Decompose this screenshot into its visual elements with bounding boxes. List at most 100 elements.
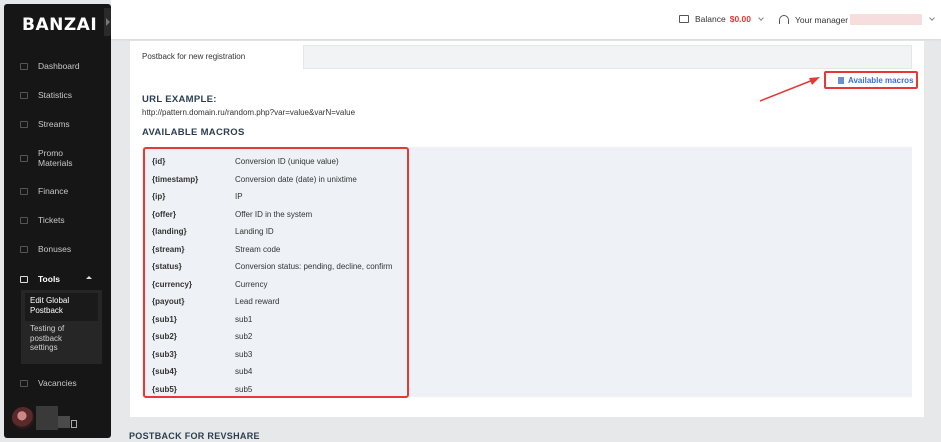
balance-dropdown[interactable]: Balance $0.00 — [679, 14, 764, 24]
sidebar-item-dashboard[interactable]: Dashboard — [20, 61, 80, 71]
available-macros-label: Available macros — [848, 75, 914, 85]
submenu-item-testing-postback[interactable]: Testing of postback settings — [30, 324, 64, 353]
streams-icon — [20, 120, 28, 128]
list-item: {sub2} sub2 — [152, 332, 252, 341]
tools-icon — [20, 275, 28, 283]
manager-label: Your manager — [795, 14, 849, 25]
list-item: {landing} Landing ID — [152, 227, 274, 236]
sidebar-item-promo-materials[interactable]: Promo Materials — [20, 148, 72, 168]
tab-new-registration[interactable]: Postback for new registration — [130, 45, 303, 69]
chevron-up-icon[interactable] — [86, 276, 92, 279]
revshare-section-title: POSTBACK FOR REVSHARE — [129, 431, 260, 441]
list-item: {id} Conversion ID (unique value) — [152, 157, 339, 166]
list-item: {timestamp} Conversion date (date) in uni… — [152, 175, 357, 184]
macro-key: {sub2} — [152, 332, 177, 341]
chevron-down-icon — [758, 14, 764, 21]
sidebar-item-tickets[interactable]: Tickets — [20, 215, 65, 225]
wallet-icon — [679, 15, 689, 23]
list-item: {sub4} sub4 — [152, 367, 252, 376]
promo-icon — [20, 154, 28, 162]
manager-dropdown[interactable]: Your manager — [779, 14, 935, 25]
url-example-title: URL EXAMPLE: — [142, 94, 217, 105]
macro-key: {offer} — [152, 209, 177, 219]
sidebar-item-vacancies[interactable]: Vacancies — [20, 378, 77, 388]
macro-key: {status} — [152, 262, 182, 271]
macro-key: {ip} — [152, 192, 166, 201]
headset-icon — [779, 15, 789, 24]
sidebar-item-streams[interactable]: Streams — [20, 119, 70, 129]
document-icon[interactable] — [71, 420, 77, 428]
list-item: {ip} IP — [152, 192, 243, 201]
macro-desc: Landing ID — [235, 227, 274, 236]
macro-desc: sub2 — [235, 332, 253, 341]
avatar[interactable] — [12, 407, 34, 429]
list-item: {stream} Stream code — [152, 245, 280, 254]
sidebar-item-label: Promo Materials — [38, 148, 73, 168]
macro-key: {sub5} — [152, 384, 177, 394]
sidebar-item-finance[interactable]: Finance — [20, 186, 68, 196]
dashboard-icon — [20, 62, 28, 70]
macro-desc: Stream code — [235, 244, 281, 254]
available-macros-link[interactable]: Available macros — [824, 71, 918, 89]
postback-panel: Postback for new registration Available … — [130, 41, 924, 417]
username-blurred — [58, 416, 70, 428]
sidebar-item-label: Vacancies — [38, 378, 77, 388]
macro-key: {currency} — [152, 279, 193, 289]
balance-value: $0.00 — [729, 14, 751, 24]
macro-key: {sub1} — [152, 314, 177, 324]
macro-desc: Conversion status: pending, decline, con… — [235, 262, 393, 271]
macro-desc: Conversion date (date) in unixtime — [235, 174, 357, 184]
vacancies-icon — [20, 379, 28, 387]
macro-key: {landing} — [152, 227, 187, 236]
list-item: {sub3} sub3 — [152, 350, 252, 359]
macro-key: {timestamp} — [152, 174, 199, 184]
chart-icon — [20, 91, 28, 99]
top-bar: Balance $0.00 Your manager — [111, 0, 941, 39]
list-item: {sub1} sub1 — [152, 315, 252, 324]
available-macros-title: AVAILABLE MACROS — [142, 127, 245, 138]
tickets-icon — [20, 216, 28, 224]
list-item: {offer} Offer ID in the system — [152, 210, 312, 219]
macro-key: {payout} — [152, 297, 185, 306]
macro-desc: Offer ID in the system — [235, 209, 313, 219]
macro-key: {stream} — [152, 244, 185, 254]
sidebar: BANZAI Dashboard Statistics Streams Prom… — [4, 4, 111, 438]
bonuses-icon — [20, 245, 28, 253]
manager-name-blurred — [850, 14, 923, 25]
list-item: {sub5} sub5 — [152, 385, 252, 394]
list-item: {payout} Lead reward — [152, 297, 279, 306]
balance-label: Balance — [695, 14, 726, 24]
username-blurred — [36, 406, 58, 430]
macros-list — [143, 147, 409, 398]
macro-desc: IP — [235, 192, 243, 201]
logo[interactable]: BANZAI — [22, 15, 97, 35]
list-item: {status} Conversion status: pending, decl… — [152, 262, 392, 271]
sidebar-item-label: Streams — [38, 119, 70, 129]
sidebar-item-label: Finance — [38, 186, 69, 196]
finance-icon — [20, 187, 28, 195]
macro-key: {sub4} — [152, 367, 177, 376]
tools-submenu: Edit Global Postback Testing of postback… — [21, 290, 102, 364]
info-icon — [838, 76, 844, 84]
macro-desc: Currency — [235, 279, 268, 289]
sidebar-item-label: Tickets — [38, 215, 65, 225]
sidebar-item-statistics[interactable]: Statistics — [20, 90, 72, 100]
chevron-down-icon — [929, 15, 935, 21]
sidebar-item-bonuses[interactable]: Bonuses — [20, 244, 71, 254]
macro-key: {id} — [152, 157, 166, 166]
sidebar-item-label: Statistics — [38, 90, 73, 100]
macro-desc: sub3 — [235, 349, 253, 359]
submenu-item-edit-global-postback[interactable]: Edit Global Postback — [30, 296, 69, 315]
macro-desc: Lead reward — [235, 297, 280, 306]
macro-desc: sub4 — [235, 367, 253, 376]
macro-desc: sub5 — [235, 384, 253, 394]
sidebar-item-tools[interactable]: Tools — [20, 274, 60, 284]
tab-bar — [303, 45, 912, 69]
macro-desc: Conversion ID (unique value) — [235, 157, 339, 166]
sidebar-item-label: Bonuses — [38, 244, 72, 254]
macro-desc: sub1 — [235, 314, 253, 324]
list-item: {currency} Currency — [152, 280, 267, 289]
sidebar-item-label: Dashboard — [38, 61, 80, 71]
url-example-text: http://pattern.domain.ru/random.php?var=… — [142, 108, 356, 117]
sidebar-item-label: Tools — [38, 274, 61, 284]
